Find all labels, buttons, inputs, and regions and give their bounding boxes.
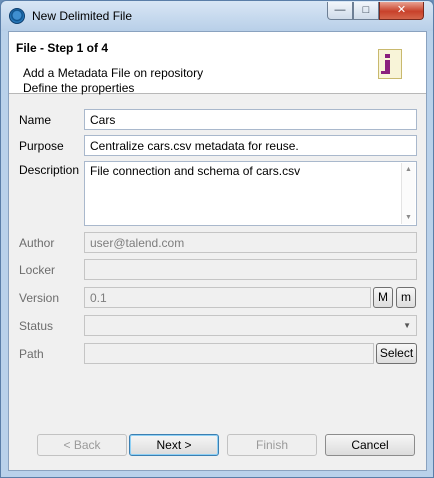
author-input: user@talend.com [84, 232, 417, 253]
minimize-button[interactable]: — [327, 2, 353, 20]
locker-input [84, 259, 417, 280]
finish-button[interactable]: Finish [227, 434, 317, 456]
scroll-down-icon[interactable]: ▼ [405, 214, 412, 221]
step-subdescription: Define the properties [23, 81, 135, 95]
wizard-header: File - Step 1 of 4 Add a Metadata File o… [9, 32, 426, 95]
author-label: Author [19, 236, 55, 250]
path-input [84, 343, 374, 364]
status-label: Status [19, 319, 54, 333]
step-title: File - Step 1 of 4 [16, 41, 109, 55]
description-text: File connection and schema of cars.csv [90, 164, 301, 178]
scroll-up-icon[interactable]: ▲ [405, 166, 412, 173]
title-bar[interactable]: New Delimited File — □ ✕ [1, 1, 433, 31]
chevron-down-icon[interactable]: ▼ [403, 321, 411, 330]
purpose-label: Purpose [19, 139, 64, 153]
metadata-file-icon [378, 49, 402, 79]
path-label: Path [19, 347, 44, 361]
description-label: Description [19, 163, 80, 177]
version-label: Version [19, 291, 60, 305]
name-input[interactable]: Cars [84, 109, 417, 130]
description-scrollbar[interactable]: ▲ ▼ [401, 163, 415, 224]
dialog-body: File - Step 1 of 4 Add a Metadata File o… [8, 31, 427, 471]
name-label: Name [19, 113, 52, 127]
back-button[interactable]: < Back [37, 434, 127, 456]
description-textarea[interactable]: File connection and schema of cars.csv ▲… [84, 161, 417, 226]
locker-label: Locker [19, 263, 56, 277]
cancel-button[interactable]: Cancel [325, 434, 415, 456]
select-path-button[interactable]: Select [376, 343, 417, 364]
window-title: New Delimited File [32, 9, 133, 23]
minor-version-button[interactable]: m [396, 287, 416, 308]
talend-app-icon [9, 8, 25, 24]
step-description: Add a Metadata File on repository [23, 66, 204, 80]
major-version-button[interactable]: M [373, 287, 393, 308]
status-select[interactable]: ▼ [84, 315, 417, 336]
wizard-window: New Delimited File — □ ✕ File - Step 1 o… [0, 0, 434, 478]
next-button[interactable]: Next > [129, 434, 219, 456]
close-button[interactable]: ✕ [379, 2, 424, 20]
purpose-input[interactable]: Centralize cars.csv metadata for reuse. [84, 135, 417, 156]
version-input: 0.1 [84, 287, 371, 308]
maximize-button[interactable]: □ [353, 2, 379, 20]
